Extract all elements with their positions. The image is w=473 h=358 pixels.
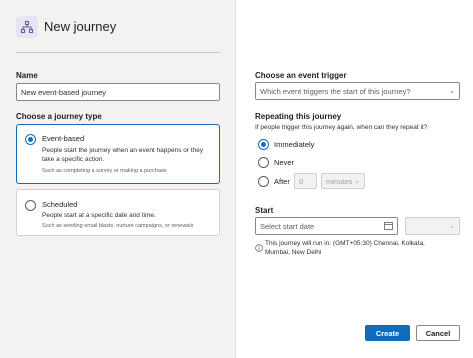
cancel-button[interactable]: Cancel — [416, 325, 460, 341]
never-radio[interactable] — [258, 157, 269, 168]
journey-icon — [16, 16, 38, 38]
info-icon — [255, 239, 263, 257]
timezone-note: This journey will run in: (GMT+05:30) Ch… — [265, 240, 425, 256]
start-date-placeholder: Select start date — [260, 221, 315, 231]
event-trigger-dropdown[interactable]: Which event triggers the start of this j… — [255, 82, 460, 100]
scheduled-title: Scheduled — [42, 200, 78, 209]
calendar-icon[interactable] — [384, 221, 393, 232]
create-button[interactable]: Create — [365, 325, 410, 341]
event-based-hint: Such as completing a survey or making a … — [42, 168, 167, 174]
journey-type-label: Choose a journey type — [16, 112, 102, 121]
left-pane: New journey Name New event-based journey… — [0, 0, 236, 358]
repeat-question: If people trigger this journey again, wh… — [255, 124, 428, 131]
after-unit-label: minutes — [326, 176, 353, 186]
scheduled-card[interactable]: Scheduled People start at a specific dat… — [16, 189, 220, 236]
trigger-placeholder: Which event triggers the start of this j… — [260, 86, 411, 96]
scheduled-hint: Such as sending email blasts, nurture ca… — [42, 223, 194, 229]
event-based-card[interactable]: Event-based People start the journey whe… — [16, 124, 220, 184]
event-based-description: People start the journey when an event h… — [42, 147, 204, 163]
after-unit-dropdown[interactable]: minutes ⌄ — [321, 173, 365, 189]
immediately-label: Immediately — [274, 140, 315, 149]
right-pane: Choose an event trigger Which event trig… — [237, 0, 473, 358]
immediately-radio[interactable] — [258, 139, 269, 150]
start-date-input[interactable]: Select start date — [255, 217, 398, 235]
event-based-title: Event-based — [42, 134, 85, 143]
after-label: After — [274, 177, 290, 186]
after-radio[interactable] — [258, 176, 269, 187]
start-time-dropdown[interactable]: ⌄ — [405, 217, 460, 235]
name-label: Name — [16, 71, 38, 80]
chevron-down-icon: ⌄ — [354, 178, 360, 185]
scheduled-radio[interactable] — [25, 200, 36, 211]
header-divider — [16, 52, 220, 53]
trigger-label: Choose an event trigger — [255, 71, 347, 80]
after-value-input[interactable]: 0 — [294, 173, 317, 189]
start-label: Start — [255, 206, 274, 215]
repeat-label: Repeating this journey — [255, 112, 342, 121]
event-based-radio[interactable] — [25, 134, 36, 145]
page-title: New journey — [44, 19, 117, 34]
name-input[interactable]: New event-based journey — [16, 83, 220, 101]
never-label: Never — [274, 158, 295, 167]
scheduled-description: People start at a specific date and time… — [42, 212, 156, 219]
chevron-down-icon: ⌄ — [449, 88, 455, 95]
chevron-down-icon: ⌄ — [449, 223, 455, 230]
